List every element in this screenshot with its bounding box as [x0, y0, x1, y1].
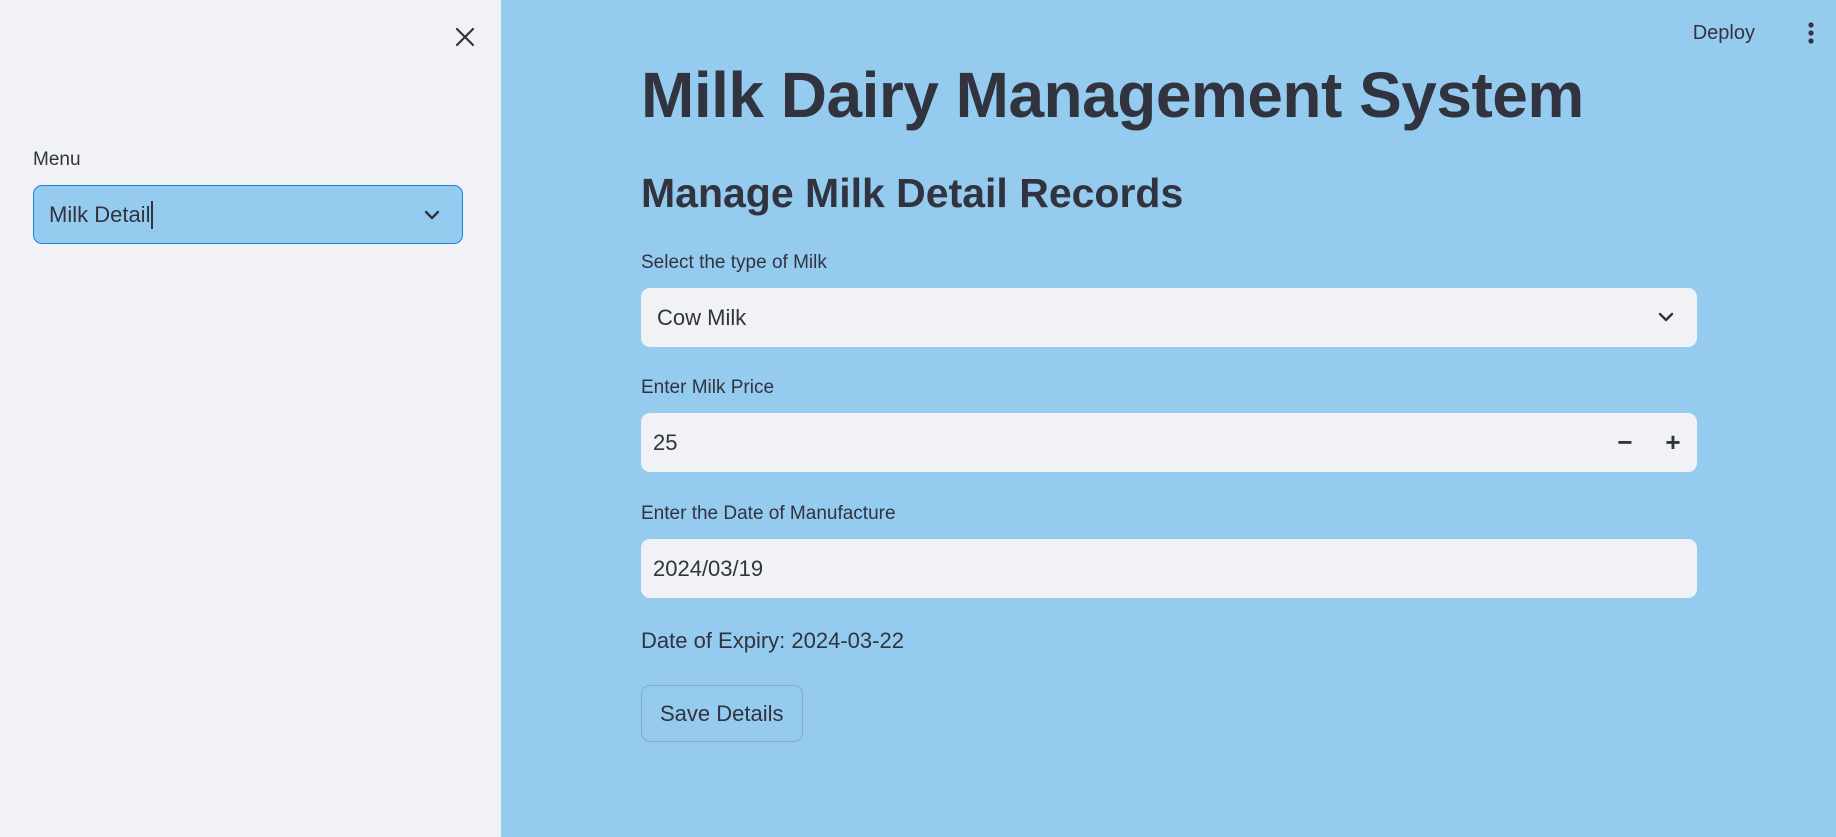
milk-price-stepper[interactable]: 25 − + [641, 413, 1697, 472]
decrement-button[interactable]: − [1601, 413, 1649, 472]
increment-button[interactable]: + [1649, 413, 1697, 472]
chevron-down-icon [424, 210, 440, 220]
menu-label: Menu [33, 149, 81, 170]
manufacture-date-value: 2024/03/19 [653, 555, 764, 581]
manufacture-date-label: Enter the Date of Manufacture [641, 503, 896, 524]
menu-select[interactable]: Milk Detail [33, 185, 463, 244]
menu-select-value: Milk Detail [49, 200, 154, 229]
expiry-date-text: Date of Expiry: 2024-03-22 [641, 628, 904, 653]
milk-type-label: Select the type of Milk [641, 252, 827, 273]
save-details-button[interactable]: Save Details [641, 685, 803, 742]
milk-price-value[interactable]: 25 [653, 430, 677, 456]
app-root: Menu Milk Detail Deploy Milk Dairy Manag… [0, 0, 1836, 837]
main-content: Deploy Milk Dairy Management System Mana… [501, 0, 1836, 837]
section-title: Manage Milk Detail Records [641, 170, 1184, 216]
close-icon [455, 27, 475, 47]
close-sidebar-button[interactable] [449, 21, 481, 53]
page-title: Milk Dairy Management System [641, 59, 1584, 131]
milk-type-select[interactable]: Cow Milk [641, 288, 1697, 347]
chevron-down-icon [1658, 312, 1674, 322]
main-menu-button[interactable] [1800, 18, 1822, 48]
manufacture-date-input[interactable]: 2024/03/19 [641, 539, 1697, 598]
deploy-button[interactable]: Deploy [1687, 18, 1761, 49]
vertical-dots-icon [1808, 22, 1814, 44]
sidebar: Menu Milk Detail [0, 0, 501, 837]
milk-type-value: Cow Milk [657, 304, 747, 330]
milk-price-label: Enter Milk Price [641, 377, 775, 398]
